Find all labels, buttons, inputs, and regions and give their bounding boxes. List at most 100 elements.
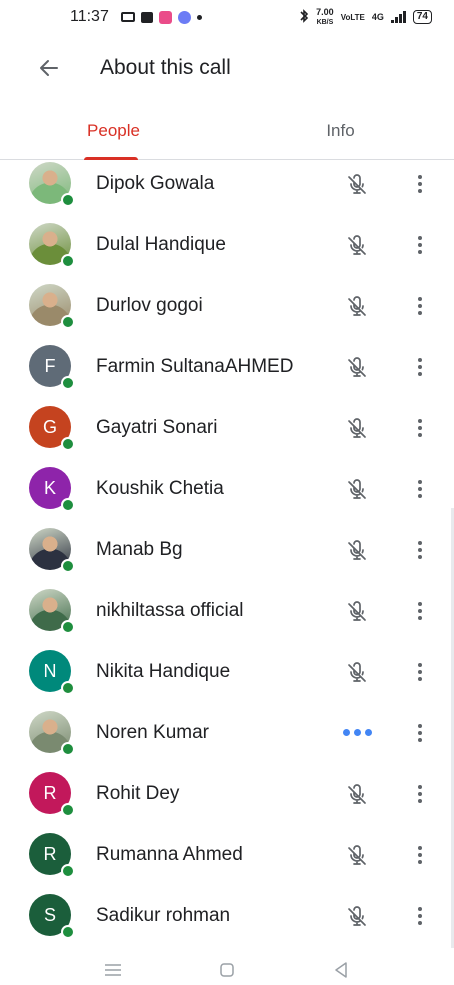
tab-label: People	[87, 120, 140, 140]
more-options-button[interactable]	[408, 413, 432, 443]
online-status-dot	[61, 437, 75, 451]
participant-row[interactable]: Dulal Handique	[0, 214, 454, 275]
participant-row[interactable]: Durlov gogoi	[0, 275, 454, 336]
more-options-button[interactable]	[408, 169, 432, 199]
more-options-button[interactable]	[408, 352, 432, 382]
participant-name: Gayatri Sonari	[96, 416, 218, 438]
mic-off-icon[interactable]	[342, 536, 372, 566]
app-bar: About this call	[0, 34, 454, 102]
participant-row[interactable]: R Rohit Dey	[0, 763, 454, 824]
app-notification-icon	[158, 10, 172, 24]
participant-list: Dipok Gowala Dulal Handique Durlov gogoi F F…	[0, 153, 454, 946]
participant-name: Noren Kumar	[96, 721, 209, 743]
participant-row[interactable]: Dipok Gowala	[0, 153, 454, 214]
avatar-container: R	[29, 772, 75, 817]
more-notifications-icon	[196, 14, 202, 20]
online-status-dot	[61, 193, 75, 207]
avatar-container: R	[29, 833, 75, 878]
more-options-button[interactable]	[408, 657, 432, 687]
volte-label: VoLTE	[340, 12, 365, 22]
system-nav-bar	[0, 955, 454, 985]
mic-off-icon[interactable]	[342, 170, 372, 200]
participant-name: Rumanna Ahmed	[96, 843, 243, 865]
speed-unit: KB/S	[316, 18, 334, 26]
recent-apps-button[interactable]	[98, 958, 128, 982]
status-time: 11:37	[70, 8, 109, 25]
more-options-button[interactable]	[408, 901, 432, 931]
tab-info[interactable]: Info	[227, 102, 454, 159]
page-title: About this call	[100, 56, 231, 79]
online-status-dot	[61, 620, 75, 634]
participant-row[interactable]: Manab Bg	[0, 519, 454, 580]
mic-off-icon[interactable]	[342, 780, 372, 810]
tab-people[interactable]: People	[0, 102, 227, 160]
home-icon	[220, 963, 234, 977]
online-status-dot	[61, 315, 75, 329]
more-options-button[interactable]	[408, 718, 432, 748]
mic-off-icon[interactable]	[342, 292, 372, 322]
more-options-button[interactable]	[408, 291, 432, 321]
speed-value: 7.00	[316, 6, 334, 17]
message-icon	[140, 11, 153, 23]
participant-name: Sadikur rohman	[96, 904, 231, 926]
app-notification-icon	[177, 10, 191, 24]
avatar-container: K	[29, 467, 75, 512]
avatar-container: S	[29, 894, 75, 939]
online-status-dot	[61, 559, 75, 573]
participant-name: Dulal Handique	[96, 233, 226, 255]
video-camera-icon	[120, 12, 135, 22]
participant-row[interactable]: N Nikita Handique	[0, 641, 454, 702]
mic-off-icon[interactable]	[342, 902, 372, 932]
participant-name: Rohit Dey	[96, 782, 180, 804]
tab-bar: People Info	[0, 102, 454, 160]
home-button[interactable]	[212, 958, 242, 982]
tab-label: Info	[326, 120, 355, 140]
notification-icons	[120, 10, 202, 24]
more-options-button[interactable]	[408, 535, 432, 565]
avatar-container	[29, 284, 75, 329]
status-bar: 11:37 7.00 KB/S VoLTE 4G 74	[0, 0, 454, 34]
network-type: 4G	[371, 12, 384, 22]
participant-name: nikhiltassa official	[96, 599, 244, 621]
back-button[interactable]	[24, 43, 74, 93]
avatar-container	[29, 162, 75, 207]
mic-off-icon[interactable]	[342, 841, 372, 871]
status-indicators: 7.00 KB/S VoLTE 4G 74	[299, 6, 432, 27]
online-status-dot	[61, 254, 75, 268]
online-status-dot	[61, 742, 75, 756]
participant-row[interactable]: G Gayatri Sonari	[0, 397, 454, 458]
participant-row[interactable]: R Rumanna Ahmed	[0, 824, 454, 885]
participant-row[interactable]: nikhiltassa official	[0, 580, 454, 641]
mic-off-icon[interactable]	[342, 658, 372, 688]
participant-row[interactable]: K Koushik Chetia	[0, 458, 454, 519]
battery-icon: 74	[412, 10, 432, 24]
avatar-container: N	[29, 650, 75, 695]
avatar-container	[29, 528, 75, 573]
network-speed: 7.00 KB/S	[316, 6, 334, 27]
more-options-button[interactable]	[408, 779, 432, 809]
participant-row[interactable]: Noren Kumar	[0, 702, 454, 763]
mic-off-icon[interactable]	[342, 414, 372, 444]
online-status-dot	[61, 498, 75, 512]
speaking-indicator-icon	[343, 727, 377, 737]
mic-off-icon[interactable]	[342, 231, 372, 261]
participant-row[interactable]: F Farmin SultanaAHMED	[0, 336, 454, 397]
more-options-button[interactable]	[408, 596, 432, 626]
online-status-dot	[61, 681, 75, 695]
participant-row[interactable]: S Sadikur rohman	[0, 885, 454, 946]
online-status-dot	[61, 864, 75, 878]
online-status-dot	[61, 376, 75, 390]
more-options-button[interactable]	[408, 840, 432, 870]
more-options-button[interactable]	[408, 474, 432, 504]
mic-off-icon[interactable]	[342, 353, 372, 383]
back-nav-button[interactable]	[326, 958, 356, 982]
mic-off-icon[interactable]	[342, 475, 372, 505]
participant-name: Nikita Handique	[96, 660, 231, 682]
avatar-container	[29, 711, 75, 756]
online-status-dot	[61, 925, 75, 939]
menu-icon	[105, 964, 121, 976]
participant-name: Manab Bg	[96, 538, 183, 560]
mic-off-icon[interactable]	[342, 597, 372, 627]
more-options-button[interactable]	[408, 230, 432, 260]
arrow-back-icon	[40, 60, 58, 76]
